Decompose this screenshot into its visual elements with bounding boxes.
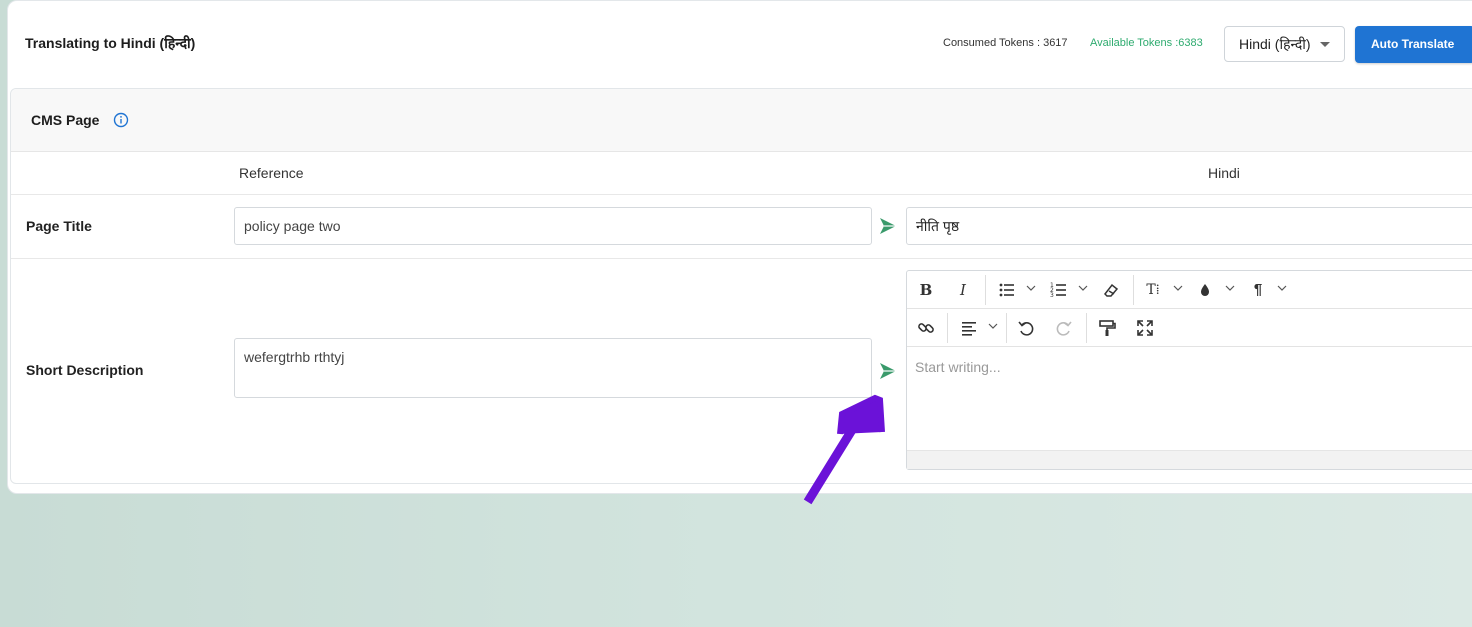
text-size-icon[interactable]: T⁞ (1143, 280, 1163, 300)
toolbar-separator (1086, 313, 1087, 343)
divider (11, 194, 1472, 195)
toolbar-separator (947, 313, 948, 343)
paint-format-icon[interactable] (1097, 318, 1117, 338)
fullscreen-icon[interactable] (1135, 318, 1155, 338)
numbered-list-icon[interactable]: 1 2 3 (1049, 280, 1069, 300)
target-column-header: Hindi (1208, 165, 1240, 181)
italic-icon[interactable]: I (953, 280, 973, 300)
panel-header: CMS Page (11, 89, 1472, 152)
toolbar-separator (1006, 313, 1007, 343)
row-label-page-title: Page Title (26, 218, 92, 234)
undo-icon[interactable] (1016, 318, 1036, 338)
chevron-down-icon[interactable] (1078, 283, 1088, 293)
bold-icon[interactable]: B (916, 280, 936, 300)
remove-format-icon[interactable] (1101, 280, 1121, 300)
paragraph-icon[interactable]: ¶ (1248, 280, 1268, 300)
chevron-down-icon[interactable] (1173, 283, 1183, 293)
caret-down-icon (1320, 42, 1330, 47)
rich-text-editor: B I 1 2 3 T⁞ ¶ Start writing... (906, 270, 1472, 470)
cms-page-panel: CMS Page Reference Hindi Page Title poli… (10, 88, 1472, 484)
send-icon[interactable] (878, 361, 898, 381)
bulleted-list-icon[interactable] (997, 280, 1017, 300)
consumed-tokens: Consumed Tokens : 3617 (943, 37, 1068, 49)
link-icon[interactable] (916, 318, 936, 338)
divider (11, 258, 1472, 259)
editor-placeholder[interactable]: Start writing... (915, 359, 1001, 375)
row-label-short-description: Short Description (26, 362, 144, 378)
annotation-arrow-icon (803, 394, 885, 505)
send-icon[interactable] (878, 216, 898, 236)
reference-short-description-field[interactable]: wefergtrhb rthtyj (234, 338, 872, 398)
available-tokens: Available Tokens :6383 (1090, 37, 1203, 49)
auto-translate-button[interactable]: Auto Translate (1355, 26, 1472, 63)
editor-status-bar (907, 450, 1472, 469)
align-icon[interactable] (959, 318, 979, 338)
language-select-value: Hindi (हिन्दी) (1239, 36, 1311, 52)
language-select[interactable]: Hindi (हिन्दी) (1224, 26, 1345, 62)
top-bar: Translating to Hindi (हिन्दी) Consumed T… (0, 0, 1472, 88)
toolbar-separator (985, 275, 986, 305)
chevron-down-icon[interactable] (988, 321, 998, 331)
editor-toolbar-row: B I 1 2 3 T⁞ ¶ (907, 271, 1472, 309)
chevron-down-icon[interactable] (1277, 283, 1287, 293)
page-title: Translating to Hindi (हिन्दी) (25, 35, 196, 51)
svg-text:3: 3 (1050, 292, 1054, 299)
info-icon[interactable] (113, 112, 129, 128)
redo-icon[interactable] (1054, 318, 1074, 338)
text-color-icon[interactable] (1195, 280, 1215, 300)
chevron-down-icon[interactable] (1225, 283, 1235, 293)
editor-toolbar-row (907, 309, 1472, 347)
target-page-title-field[interactable]: नीति पृष्ठ (906, 207, 1472, 245)
reference-column-header: Reference (239, 165, 304, 181)
chevron-down-icon[interactable] (1026, 283, 1036, 293)
panel-title: CMS Page (31, 112, 100, 128)
toolbar-separator (1133, 275, 1134, 305)
reference-page-title-field[interactable]: policy page two (234, 207, 872, 245)
